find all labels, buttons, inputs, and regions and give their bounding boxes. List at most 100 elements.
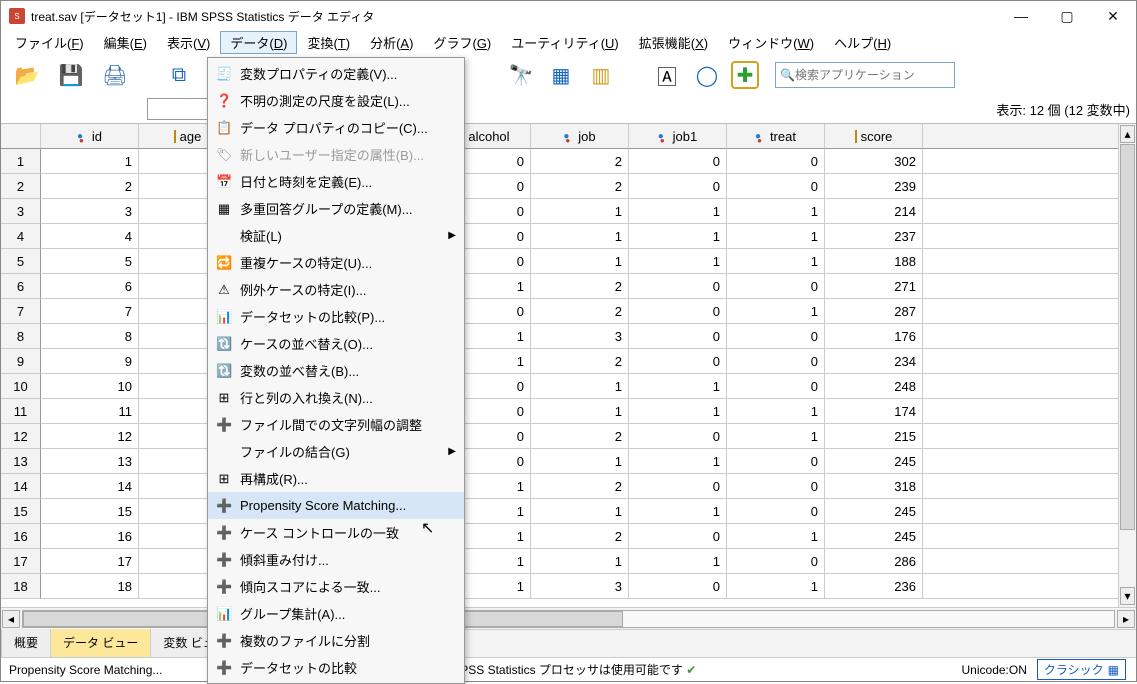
cell[interactable]: 1: [727, 249, 825, 274]
cell[interactable]: 234: [825, 349, 923, 374]
menuitem[interactable]: 🔁重複ケースの特定(U)...: [208, 249, 464, 276]
menuitem[interactable]: 検証(L)▶: [208, 222, 464, 249]
cell[interactable]: 2: [531, 349, 629, 374]
row-header[interactable]: 12: [1, 424, 41, 449]
cell[interactable]: 3: [531, 324, 629, 349]
cell[interactable]: 3: [41, 199, 139, 224]
cell[interactable]: 2: [531, 274, 629, 299]
row-header[interactable]: 7: [1, 299, 41, 324]
row-header[interactable]: 11: [1, 399, 41, 424]
menuitem[interactable]: 🔃ケースの並べ替え(O)...: [208, 330, 464, 357]
cell[interactable]: 0: [629, 349, 727, 374]
cell[interactable]: 0: [727, 374, 825, 399]
menuitem[interactable]: ➕傾斜重み付け...: [208, 546, 464, 573]
row-header[interactable]: 9: [1, 349, 41, 374]
menuitem[interactable]: ファイルの結合(G)▶: [208, 438, 464, 465]
row-header[interactable]: 8: [1, 324, 41, 349]
column-header-job1[interactable]: job1: [629, 124, 727, 149]
cell[interactable]: 0: [727, 324, 825, 349]
cell[interactable]: 8: [41, 324, 139, 349]
cell[interactable]: 1: [727, 299, 825, 324]
cell[interactable]: 215: [825, 424, 923, 449]
open-file-button[interactable]: 📂: [9, 57, 45, 93]
cell[interactable]: 2: [531, 424, 629, 449]
save-button[interactable]: 💾: [53, 57, 89, 93]
cell[interactable]: 6: [41, 274, 139, 299]
cell[interactable]: 1: [531, 224, 629, 249]
cell[interactable]: 2: [531, 174, 629, 199]
scroll-up-button[interactable]: ▴: [1120, 125, 1135, 143]
menuitem[interactable]: ➕複数のファイルに分割: [208, 627, 464, 654]
cell[interactable]: 1: [531, 499, 629, 524]
cell[interactable]: 0: [727, 499, 825, 524]
menuitem[interactable]: ❓不明の測定の尺度を設定(L)...: [208, 87, 464, 114]
column-header-treat[interactable]: treat: [727, 124, 825, 149]
cell[interactable]: 271: [825, 274, 923, 299]
row-header[interactable]: 14: [1, 474, 41, 499]
menu-g[interactable]: グラフ(G): [423, 31, 501, 54]
split-file-button[interactable]: 🄰: [651, 59, 683, 91]
cell[interactable]: 1: [629, 399, 727, 424]
scroll-down-button[interactable]: ▾: [1120, 587, 1135, 605]
row-header[interactable]: 4: [1, 224, 41, 249]
menu-u[interactable]: ユーティリティ(U): [501, 31, 629, 54]
menu-x[interactable]: 拡張機能(X): [629, 31, 718, 54]
cell[interactable]: 248: [825, 374, 923, 399]
cell[interactable]: 1: [727, 574, 825, 599]
cell[interactable]: 214: [825, 199, 923, 224]
row-header[interactable]: 18: [1, 574, 41, 599]
cell[interactable]: 0: [727, 174, 825, 199]
cell[interactable]: 18: [41, 574, 139, 599]
cell[interactable]: 1: [727, 524, 825, 549]
menuitem[interactable]: ⊞行と列の入れ換え(N)...: [208, 384, 464, 411]
menuitem[interactable]: ➕ケース コントロールの一致: [208, 519, 464, 546]
cell[interactable]: 0: [629, 524, 727, 549]
menu-d[interactable]: データ(D): [220, 31, 297, 54]
search-application-input[interactable]: [795, 68, 950, 82]
cell[interactable]: 245: [825, 499, 923, 524]
cell[interactable]: 4: [41, 224, 139, 249]
weight-cases-button[interactable]: ◯: [691, 59, 723, 91]
print-button[interactable]: 🖨: [97, 57, 133, 93]
cell[interactable]: 3: [531, 574, 629, 599]
cell[interactable]: 2: [531, 524, 629, 549]
scroll-thumb[interactable]: [1120, 144, 1135, 530]
cell[interactable]: 2: [531, 149, 629, 174]
cell[interactable]: 1: [727, 199, 825, 224]
cell[interactable]: 1: [629, 449, 727, 474]
cell[interactable]: 287: [825, 299, 923, 324]
cell[interactable]: 2: [531, 474, 629, 499]
cell[interactable]: 17: [41, 549, 139, 574]
menuitem[interactable]: ➕Propensity Score Matching...: [208, 492, 464, 519]
row-header[interactable]: 2: [1, 174, 41, 199]
cell[interactable]: 15: [41, 499, 139, 524]
row-header[interactable]: 17: [1, 549, 41, 574]
row-header[interactable]: 10: [1, 374, 41, 399]
menuitem[interactable]: 📅日付と時刻を定義(E)...: [208, 168, 464, 195]
cell[interactable]: 176: [825, 324, 923, 349]
cell[interactable]: 0: [629, 149, 727, 174]
row-header[interactable]: 15: [1, 499, 41, 524]
menu-a[interactable]: 分析(A): [360, 31, 423, 54]
menuitem[interactable]: 🧾変数プロパティの定義(V)...: [208, 60, 464, 87]
scroll-right-button[interactable]: ▸: [1117, 610, 1135, 628]
cell[interactable]: 318: [825, 474, 923, 499]
menuitem[interactable]: ➕データセットの比較: [208, 654, 464, 681]
column-header-job[interactable]: job: [531, 124, 629, 149]
menu-h[interactable]: ヘルプ(H): [824, 31, 901, 54]
classic-mode-button[interactable]: クラシック▦: [1037, 659, 1126, 680]
cell[interactable]: 236: [825, 574, 923, 599]
cell[interactable]: 0: [727, 549, 825, 574]
column-header-score[interactable]: score: [825, 124, 923, 149]
menuitem[interactable]: ▦多重回答グループの定義(M)...: [208, 195, 464, 222]
cell[interactable]: 0: [629, 474, 727, 499]
menuitem[interactable]: ➕ファイル間での文字列幅の調整: [208, 411, 464, 438]
cell[interactable]: 14: [41, 474, 139, 499]
cell[interactable]: 0: [629, 324, 727, 349]
cell[interactable]: 245: [825, 449, 923, 474]
menu-w[interactable]: ウィンドウ(W): [718, 31, 824, 54]
cell[interactable]: 2: [41, 174, 139, 199]
cell[interactable]: 286: [825, 549, 923, 574]
cell[interactable]: 1: [531, 374, 629, 399]
cell[interactable]: 0: [629, 174, 727, 199]
